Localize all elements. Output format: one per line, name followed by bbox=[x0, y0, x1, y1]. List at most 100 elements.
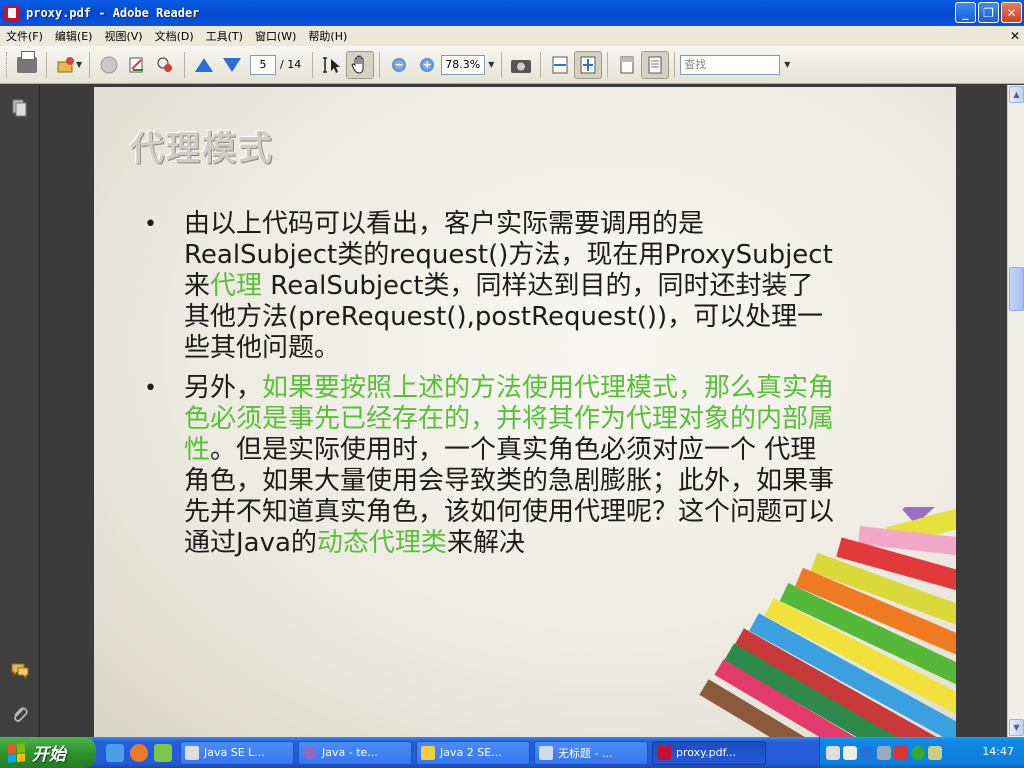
printer-icon bbox=[17, 50, 37, 73]
continuous-page-icon bbox=[648, 56, 662, 73]
keyboard-icon[interactable] bbox=[826, 745, 840, 760]
bullet-dot: • bbox=[144, 376, 157, 401]
scroll-thumb[interactable] bbox=[1009, 267, 1024, 311]
start-button[interactable]: 开始 bbox=[0, 737, 96, 768]
close-button[interactable]: ✕ bbox=[1001, 2, 1022, 23]
attachments-icon[interactable] bbox=[11, 705, 29, 723]
task-label: Java - te... bbox=[322, 746, 378, 759]
hand-tool-button[interactable] bbox=[346, 50, 375, 79]
review-button[interactable] bbox=[151, 51, 179, 79]
toolbar-separator bbox=[674, 51, 676, 78]
task-java-eclipse[interactable]: Java - te... bbox=[298, 740, 412, 765]
fit-width-icon bbox=[552, 56, 568, 73]
slide-title: 代理模式 bbox=[130, 129, 274, 169]
antivirus-icon[interactable] bbox=[894, 745, 908, 760]
task-proxy-pdf[interactable]: proxy.pdf... bbox=[652, 740, 766, 765]
navigation-pane bbox=[0, 85, 40, 737]
body-text: 角色，如果大量使用会导致类的急剧膨胀；此外，如果事 bbox=[184, 466, 835, 496]
toolbar-separator bbox=[540, 51, 542, 78]
menu-help[interactable]: 帮助(H) bbox=[302, 28, 353, 44]
body-text: RealSubject类，同样达到目的，同时还封装了 bbox=[262, 271, 814, 301]
minimize-button[interactable]: _ bbox=[955, 2, 976, 23]
fit-page-button[interactable] bbox=[574, 50, 603, 79]
task-label: Java SE L... bbox=[204, 746, 265, 759]
toolbar-separator bbox=[312, 51, 314, 78]
body-text: RealSubject类的request()方法，现在用ProxySubject bbox=[184, 240, 833, 270]
menu-bar: 文件(F) 编辑(E) 视图(V) 文档(D) 工具(T) 窗口(W) 帮助(H… bbox=[0, 26, 1024, 46]
select-tool-button[interactable] bbox=[318, 51, 346, 79]
highlighted-text: 色必须是事先已经存在的，并将其作为代理对象的内部属 bbox=[184, 404, 835, 434]
snapshot-button[interactable] bbox=[507, 51, 535, 79]
task-java-2-se[interactable]: Java 2 SE... bbox=[416, 740, 530, 765]
bullet-dot: • bbox=[144, 212, 157, 237]
hand-icon bbox=[351, 55, 364, 74]
quick-launch bbox=[106, 743, 172, 762]
menu-edit[interactable]: 编辑(E) bbox=[49, 28, 99, 44]
zoom-out-icon: − bbox=[392, 57, 407, 72]
single-page-button[interactable] bbox=[613, 51, 641, 79]
next-page-button[interactable] bbox=[218, 51, 246, 79]
menu-tools[interactable]: 工具(T) bbox=[200, 28, 249, 44]
messenger-icon[interactable] bbox=[154, 743, 172, 762]
help-icon bbox=[421, 745, 435, 760]
document-close-icon[interactable]: ✕ bbox=[1010, 29, 1020, 43]
highlighted-text: 如果要按照上述的方法使用代理模式，那么真实角 bbox=[262, 373, 835, 403]
toolbar-separator bbox=[46, 51, 47, 78]
highlighted-text: 性 bbox=[184, 435, 211, 465]
window-title-bar[interactable]: proxy.pdf - Adobe Reader _ ❐ ✕ bbox=[0, 0, 1024, 26]
zoom-dropdown-icon[interactable]: ▼ bbox=[488, 60, 496, 69]
toolbar-separator bbox=[607, 51, 609, 78]
network-icon[interactable] bbox=[877, 745, 891, 760]
window-title: proxy.pdf - Adobe Reader bbox=[26, 6, 200, 20]
pages-icon[interactable] bbox=[11, 99, 29, 117]
zoom-in-icon: + bbox=[420, 57, 435, 72]
previous-page-button[interactable] bbox=[190, 51, 218, 79]
maximize-button[interactable]: ❐ bbox=[978, 2, 999, 23]
task-java-se[interactable]: Java SE L... bbox=[180, 740, 294, 765]
camera-icon bbox=[511, 59, 532, 73]
print-button[interactable] bbox=[13, 50, 41, 79]
collaborate-button[interactable] bbox=[95, 51, 123, 79]
firefox-icon[interactable] bbox=[130, 743, 148, 762]
show-desktop-icon[interactable] bbox=[106, 743, 124, 762]
toolbar: ▼ 5 / 14 − + 78.3% ▼ 查找 ▼ bbox=[0, 46, 1024, 84]
menu-view[interactable]: 视图(V) bbox=[98, 28, 148, 44]
find-input[interactable]: 查找 bbox=[680, 54, 781, 75]
menu-document[interactable]: 文档(D) bbox=[149, 28, 200, 44]
system-tray: 14:47 bbox=[819, 737, 1024, 768]
toolbar-separator bbox=[501, 51, 503, 78]
task-label: Java 2 SE... bbox=[440, 746, 502, 759]
notepad-icon bbox=[539, 745, 553, 760]
sign-button[interactable] bbox=[123, 51, 151, 79]
email-icon bbox=[57, 56, 74, 72]
windows-logo-icon bbox=[8, 742, 26, 763]
scroll-up-button[interactable]: ▲ bbox=[1009, 86, 1024, 103]
highlighted-text: 动态代理类 bbox=[316, 528, 447, 558]
status-icon[interactable] bbox=[911, 745, 925, 760]
pdf-page: 代理模式 • 由以上代码可以看出，客户实际需要调用的是 RealSubject类的… bbox=[94, 87, 956, 737]
globe-icon bbox=[100, 56, 118, 73]
scroll-down-button[interactable]: ▼ bbox=[1009, 719, 1024, 736]
vertical-scrollbar[interactable]: ▲ ▼ bbox=[1007, 85, 1024, 737]
text-select-icon bbox=[323, 56, 341, 73]
task-notepad[interactable]: 无标题 - ... bbox=[534, 740, 648, 765]
expand-tray-icon[interactable] bbox=[860, 745, 874, 760]
menu-file[interactable]: 文件(F) bbox=[0, 28, 49, 44]
fit-width-button[interactable] bbox=[546, 51, 574, 79]
zoom-in-button[interactable]: + bbox=[413, 51, 441, 79]
arrow-up-icon bbox=[195, 57, 213, 72]
email-button[interactable] bbox=[52, 51, 80, 79]
arrow-down-icon bbox=[223, 57, 241, 72]
document-viewport[interactable]: 代理模式 • 由以上代码可以看出，客户实际需要调用的是 RealSubject类的… bbox=[41, 85, 1007, 737]
page-number-input[interactable]: 5 bbox=[250, 54, 276, 75]
zoom-level-input[interactable]: 78.3% bbox=[441, 54, 486, 75]
find-dropdown-icon[interactable]: ▼ bbox=[784, 60, 792, 69]
menu-window[interactable]: 窗口(W) bbox=[249, 28, 302, 44]
help-tray-icon[interactable] bbox=[843, 745, 857, 760]
zoom-out-button[interactable]: − bbox=[385, 51, 413, 79]
comments-icon[interactable] bbox=[11, 662, 29, 680]
desktop: proxy.pdf - Adobe Reader _ ❐ ✕ 文件(F) 编辑(… bbox=[0, 0, 1024, 768]
volume-icon[interactable] bbox=[928, 745, 942, 760]
continuous-page-button[interactable] bbox=[641, 50, 670, 79]
toolbar-grip[interactable] bbox=[6, 51, 9, 78]
